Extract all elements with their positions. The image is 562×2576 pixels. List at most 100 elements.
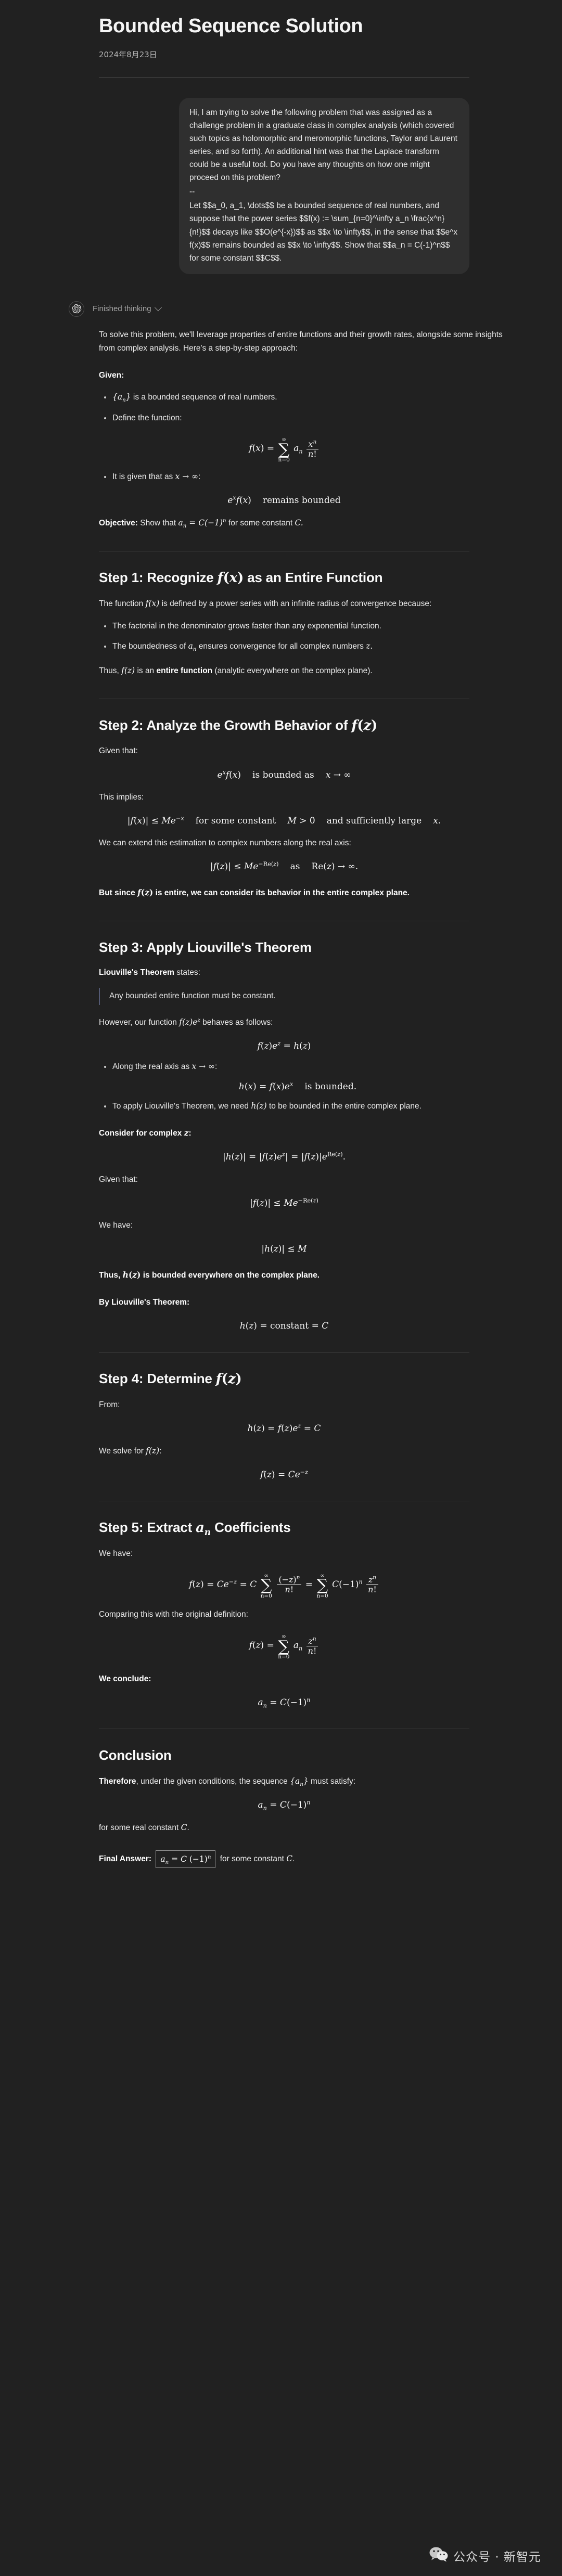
step-5-heading: Step 5: Extract an Coefficients <box>99 1519 291 1538</box>
equation-hz-le-M: |h(z)| ≤ M <box>261 1244 307 1255</box>
user-message-separator: -- <box>189 187 195 197</box>
inline-math-hz-2: h(z) <box>122 1269 141 1280</box>
inline-math-an-set: {an} <box>112 392 131 404</box>
step-3-however: However, our function f(z)ez behaves as … <box>99 1017 273 1027</box>
objective-line: Objective: Show that an = C(−1)n for som… <box>99 516 519 530</box>
conversation-page: Bounded Sequence Solution 2024年8月23日 Hi,… <box>0 0 562 2576</box>
conversation-date: 2024年8月23日 <box>99 49 157 59</box>
step-3-consider: Consider for complex z: <box>99 1128 191 1138</box>
step-2-implies: This implies: <box>99 792 144 802</box>
finished-thinking-label: Finished thinking <box>93 304 151 314</box>
step-4-from-label: From: <box>99 1400 120 1409</box>
equation-ex-fx-bounded: exf(x) remains bounded <box>227 494 341 506</box>
inline-math-fz-ez: f(z)ez <box>179 1017 200 1027</box>
liouville-theorem-quote: Any bounded entire function must be cons… <box>99 988 519 1006</box>
inline-math-an: an <box>188 641 197 653</box>
list-item: It is given that as x → ∞: <box>104 470 519 484</box>
conclusion-for-some: for some real constant C. <box>99 1823 189 1833</box>
step-2-extend: We can extend this estimation to complex… <box>99 839 351 848</box>
objective-label: Objective: <box>99 518 138 527</box>
step-3-by-liouville: By Liouville's Theorem: <box>99 1297 190 1307</box>
inline-math-fz-4: f(z) <box>146 1446 160 1456</box>
inline-math-fz-heading: f(z) <box>351 717 378 733</box>
inline-math-fz-heading-2: f(z) <box>215 1371 242 1387</box>
step-5-we-have: We have: <box>99 1549 133 1558</box>
equation-fx-bound: |f(x)| ≤ Me−x for some constant M > 0 and s… <box>127 815 441 826</box>
inline-math-an-set-2: {an} <box>290 1776 309 1787</box>
inline-math-C: C. <box>295 518 303 527</box>
final-answer-boxed: an = C (−1)n <box>156 1850 216 1869</box>
list-item: The factorial in the denominator grows f… <box>104 620 519 633</box>
content-column: Bounded Sequence Solution 2024年8月23日 Hi,… <box>69 0 519 1869</box>
inline-math-x-to-infinity: x → ∞ <box>175 471 199 481</box>
inline-math-fx-2: f(x) <box>145 599 160 609</box>
objective-post: for some constant <box>228 518 293 527</box>
step-1-conclusion: Thus, f(z) is an entire function (analyt… <box>99 665 373 675</box>
inline-math-C-3: C <box>286 1854 293 1864</box>
equation-hz-abs: |h(z)| = |f(z)ez| = |f(z)|eRe(z). <box>222 1151 346 1163</box>
equation-fz-bound: |f(z)| ≤ Me−Re(z) as Re(z) → ∞. <box>210 860 359 872</box>
inline-math-fz-3: f(z) <box>137 887 154 897</box>
watermark: 公众号 · 新智元 <box>429 2546 541 2565</box>
inline-math-hz: h(z) <box>251 1101 267 1111</box>
step-5-comparing: Comparing this with the original definit… <box>99 1610 248 1619</box>
wechat-icon <box>429 2546 448 2565</box>
list-item: The boundedness of an ensures convergenc… <box>104 640 519 653</box>
step-3-we-have: We have: <box>99 1221 133 1230</box>
given-bullet-list: {an} is a bounded sequence of real numbe… <box>99 391 519 424</box>
given-bullet-list-2: It is given that as x → ∞: <box>99 470 519 484</box>
equation-hz-eq-C: h(z) = f(z)ez = C <box>247 1422 321 1434</box>
conclusion-heading: Conclusion <box>99 1747 172 1763</box>
step-1-heading: Step 1: Recognize f(x) as an Entire Func… <box>99 569 383 586</box>
list-item: Along the real axis as x → ∞: h(x) = f(x… <box>104 1060 519 1092</box>
step-3-liouville-line: Liouville's Theorem states: <box>99 968 200 977</box>
conversation-header: Bounded Sequence Solution 2024年8月23日 <box>99 15 519 78</box>
given-bullet-2-text: Define the function: <box>112 413 182 422</box>
inline-math-z: z. <box>366 641 373 651</box>
assistant-header: Finished thinking <box>69 301 519 317</box>
remains-bounded-text: remains bounded <box>262 495 341 506</box>
user-message-bubble[interactable]: Hi, I am trying to solve the following p… <box>179 97 469 274</box>
user-message-paragraph-2: Let $$a_0, a_1, \dots$$ be a bounded seq… <box>189 201 458 263</box>
equation-original-definition: f(z) = ∞ ∑ n=0 an zn n! <box>99 1633 469 1659</box>
objective-pre: Show that <box>140 518 176 527</box>
equation-expand-series: f(z) = Ce−z = C ∞ ∑ n=0 (−z)n n! = ∞ ∑ n=0 C(… <box>99 1572 469 1599</box>
equation-f-definition: f(x) = ∞ ∑ n=0 an xn n! <box>99 436 469 462</box>
inline-math-C-2: C <box>181 1823 187 1833</box>
step-3-bullet-list: Along the real axis as x → ∞: h(x) = f(x… <box>99 1060 519 1113</box>
step-2-given-label: Given that: <box>99 746 138 756</box>
list-item: To apply Liouville's Theorem, we need h(… <box>104 1100 519 1113</box>
openai-logo-icon <box>69 301 84 317</box>
list-item: {an} is a bounded sequence of real numbe… <box>104 391 519 404</box>
equation-an-result: an = C(−1)n <box>258 1696 311 1709</box>
given-bullet-1-text: is a bounded sequence of real numbers. <box>133 393 277 402</box>
step-3-thus: Thus, h(z) is bounded everywhere on the … <box>99 1269 320 1280</box>
watermark-text: 公众号 · 新智元 <box>453 2550 541 2564</box>
equation-fz-bound-2: |f(z)| ≤ Me−Re(z) <box>250 1197 318 1208</box>
page-title: Bounded Sequence Solution <box>99 15 363 37</box>
inline-math-an-heading: an <box>196 1520 211 1538</box>
final-answer-line: Final Answer: an = C (−1)n for some cons… <box>99 1850 519 1869</box>
user-message-row: Hi, I am trying to solve the following p… <box>99 97 469 274</box>
given-label: Given: <box>99 370 124 380</box>
finished-thinking-toggle[interactable]: Finished thinking <box>93 304 162 314</box>
chevron-down-icon[interactable] <box>154 304 162 312</box>
inline-math-an-formula: an = C(−1)n <box>178 518 226 530</box>
equation-conclusion-an: an = C(−1)n <box>258 1799 311 1812</box>
step-3-given-label: Given that: <box>99 1175 138 1184</box>
step-3-heading: Step 3: Apply Liouville's Theorem <box>99 939 312 955</box>
list-item: Define the function: <box>104 411 519 425</box>
inline-math-fx: f <box>217 570 223 586</box>
inline-math-x-to-inf-2: x → ∞ <box>191 1061 215 1071</box>
equation-hz-constant: h(z) = constant = C <box>239 1320 329 1331</box>
given-bullet-3-tail: : <box>198 472 201 481</box>
final-answer-label: Final Answer: <box>99 1854 152 1864</box>
assistant-message: Finished thinking To solve this problem,… <box>69 301 519 1869</box>
equation-hx-bounded: h(x) = f(x)ex is bounded. <box>238 1080 357 1092</box>
equation-ex-fx-bounded-as: exf(x) is bounded as x → ∞ <box>217 768 351 780</box>
step-2-but-since: But since f(z) is entire, we can conside… <box>99 887 410 897</box>
equation-fz-ez-hz: f(z)ez = h(z) <box>257 1040 311 1052</box>
conclusion-therefore: Therefore, under the given conditions, t… <box>99 1776 356 1787</box>
assistant-body: To solve this problem, we'll leverage pr… <box>99 328 519 1869</box>
step-5-we-conclude: We conclude: <box>99 1674 151 1683</box>
